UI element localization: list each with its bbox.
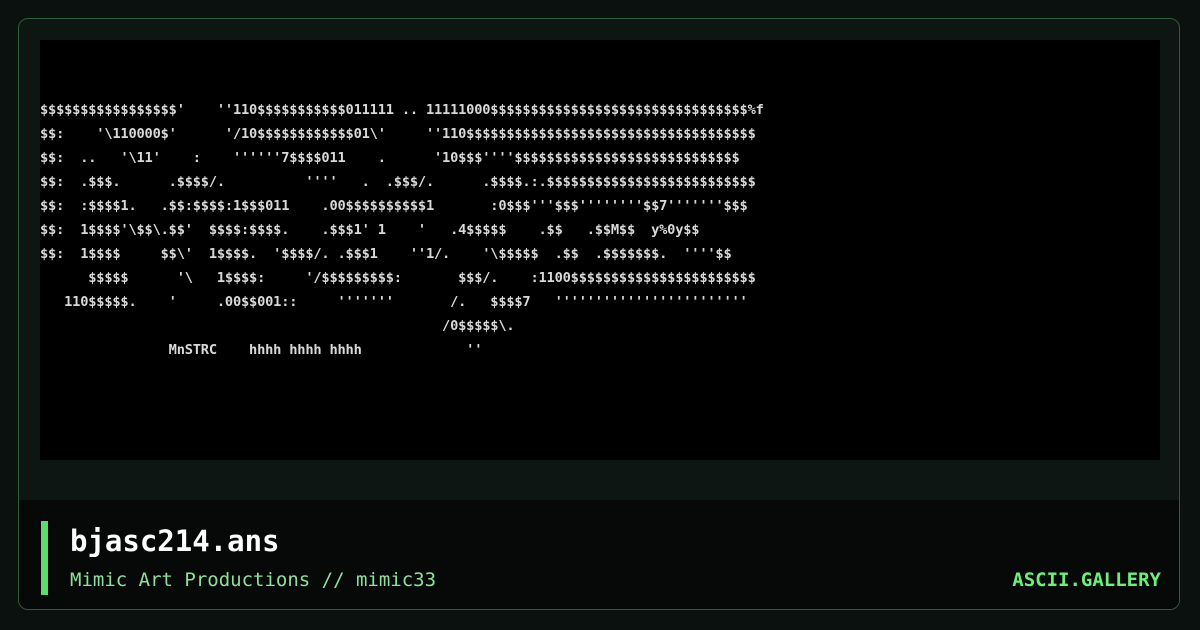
info-footer: bjasc214.ans Mimic Art Productions // mi… (19, 500, 1179, 609)
site-brand-link[interactable]: ASCII.GALLERY (1012, 567, 1161, 593)
preview-card: $$$$$$$$$$$$$$$$$' ''110$$$$$$$$$$$01111… (18, 18, 1180, 610)
file-title: bjasc214.ans (70, 524, 280, 558)
author-credit: Mimic Art Productions // mimic33 (70, 569, 437, 591)
accent-bar (41, 521, 48, 595)
ascii-art-text: $$$$$$$$$$$$$$$$$' ''110$$$$$$$$$$$01111… (40, 102, 764, 358)
ansi-art-preview[interactable]: $$$$$$$$$$$$$$$$$' ''110$$$$$$$$$$$01111… (40, 40, 1160, 460)
